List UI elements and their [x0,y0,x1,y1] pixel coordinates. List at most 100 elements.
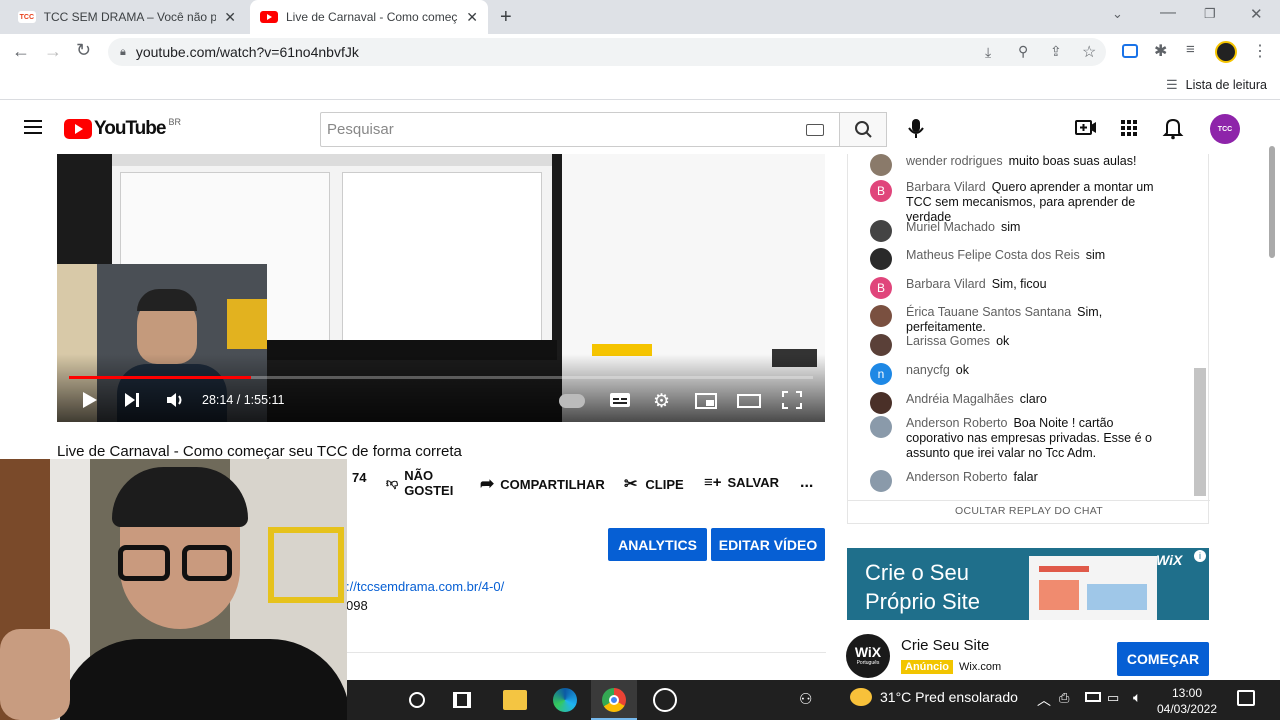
profile-avatar[interactable] [1215,41,1237,63]
tab-search-icon[interactable]: ⌄ [1112,6,1123,22]
play-button[interactable] [81,390,99,413]
edit-video-button[interactable]: EDITAR VÍDEO [711,528,825,561]
chat-author[interactable]: Larissa Gomes [906,334,990,348]
edge-icon[interactable] [553,688,577,712]
browser-tab-2[interactable]: Live de Carnaval - Como começ ✕ [250,0,488,34]
minimize-icon[interactable]: — [1160,4,1176,22]
close-window-icon[interactable]: ✕ [1250,5,1263,23]
captions-button[interactable] [609,392,631,411]
ad-title[interactable]: Crie Seu Site [901,637,989,654]
new-tab-button[interactable]: + [500,6,512,29]
people-icon[interactable]: ⚇ [799,690,812,708]
chat-avatar[interactable]: n [870,363,892,385]
chat-author[interactable]: nanycfg [906,363,950,377]
chevron-up-icon[interactable]: ︿ [1037,690,1051,710]
ad-logo[interactable]: WiX Português [846,634,890,678]
volume-button[interactable] [165,390,187,413]
settings-gear-icon[interactable]: ⚙ [653,390,670,413]
reading-list-button[interactable]: ☰ Lista de leitura [1166,77,1267,93]
progress-bar[interactable] [69,376,813,379]
dislike-button[interactable]: 👎︎ NÃO GOSTEI [386,468,458,498]
analytics-button[interactable]: ANALYTICS [608,528,707,561]
chat-author[interactable]: Anderson Roberto [906,416,1007,430]
bookmark-star-icon[interactable]: ☆ [1082,42,1096,62]
search-circle-icon[interactable] [409,692,425,708]
video-player[interactable]: 28:14 / 1:55:11 ⚙ [57,154,825,422]
chat-avatar[interactable] [870,392,892,414]
chat-avatar[interactable] [870,334,892,356]
fullscreen-button[interactable] [781,390,803,413]
file-explorer-icon[interactable] [503,690,527,710]
chat-author[interactable]: Muriel Machado [906,220,995,234]
extensions-puzzle-icon[interactable]: ✱ [1154,41,1167,61]
reload-icon[interactable]: ↻ [76,40,91,61]
page-scrollbar[interactable] [1269,146,1275,258]
chat-avatar[interactable] [870,470,892,492]
close-tab-icon[interactable]: ✕ [466,9,478,26]
browser-tab-1[interactable]: TCC TCC SEM DRAMA – Você não pre ✕ [8,0,246,34]
chat-avatar[interactable] [870,305,892,327]
share-icon[interactable]: ⇪ [1050,43,1062,60]
weather-widget[interactable]: 31°C Pred ensolarado [850,688,1018,706]
chat-author[interactable]: wender rodrigues [906,154,1003,168]
chat-avatar[interactable] [870,248,892,270]
chat-author[interactable]: Anderson Roberto [906,470,1007,484]
back-icon[interactable]: ← [12,41,30,62]
description-link[interactable]: ://tccsemdrama.com.br/4-0/ [346,579,504,594]
ad-info-icon[interactable]: i [1194,550,1206,562]
theater-mode-icon[interactable] [737,394,761,408]
chrome-taskbar-item[interactable] [591,680,637,720]
forward-icon[interactable]: → [44,41,62,62]
chat-scrollbar[interactable] [1194,368,1206,496]
chat-avatar[interactable]: B [870,180,892,202]
close-tab-icon[interactable]: ✕ [224,9,236,26]
search-button[interactable] [839,112,887,147]
url-field[interactable]: 🔒︎ youtube.com/watch?v=61no4nbvfJk [108,38,1106,66]
hamburger-menu-icon[interactable] [24,120,42,134]
menu-kebab-icon[interactable]: ⋮ [1252,41,1268,61]
meet-now-icon[interactable]: ⎙ [1059,690,1069,706]
voice-search-button[interactable] [903,112,929,144]
task-view-icon[interactable] [453,692,471,708]
autoplay-toggle[interactable] [559,394,585,408]
apps-button[interactable] [1120,119,1138,140]
chat-author[interactable]: Matheus Felipe Costa dos Reis [906,248,1080,262]
next-button[interactable] [123,391,141,412]
zoom-icon[interactable]: ⚲ [1018,43,1028,60]
scissors-icon: ✂ [624,476,638,493]
chat-avatar[interactable] [870,154,892,176]
network-icon[interactable]: ▭ [1107,690,1119,706]
clock[interactable]: 13:00 04/03/2022 [1155,685,1219,717]
more-actions-button[interactable]: ... [800,474,813,492]
keyboard-icon[interactable] [806,124,824,136]
extension-icon[interactable] [1122,44,1138,58]
restore-icon[interactable]: ❐ [1204,6,1216,22]
install-icon[interactable]: ⤓ [985,44,991,61]
chat-avatar[interactable] [870,416,892,438]
youtube-logo[interactable]: YouTube BR [64,117,181,140]
chat-text: sim [1085,248,1106,262]
search-input[interactable]: Pesquisar [320,112,840,147]
obs-icon[interactable] [653,688,677,712]
hide-chat-replay-button[interactable]: OCULTAR REPLAY DO CHAT [848,505,1210,517]
ad-banner[interactable]: Crie o Seu Próprio Site WiX i [847,548,1209,620]
media-control-icon[interactable]: ≡ [1186,41,1195,58]
save-button[interactable]: ≡+ SALVAR [704,474,779,491]
ad-badge: Anúncio [901,660,953,674]
create-video-button[interactable] [1074,117,1098,142]
chat-avatar[interactable]: B [870,277,892,299]
miniplayer-icon[interactable] [695,393,717,409]
account-avatar[interactable]: TCC [1210,114,1240,144]
clip-button[interactable]: ✂ CLIPE [624,474,684,494]
share-button[interactable]: ➦ COMPARTILHAR [480,474,605,494]
chat-author[interactable]: Érica Tauane Santos Santana [906,305,1071,319]
ad-cta-button[interactable]: COMEÇAR [1117,642,1209,676]
notification-center-icon[interactable] [1237,690,1255,706]
chat-author[interactable]: Barbara Vilard [906,277,986,291]
chat-avatar[interactable] [870,220,892,242]
chat-author[interactable]: Andréia Magalhães [906,392,1014,406]
notifications-button[interactable] [1162,116,1184,143]
battery-icon[interactable] [1085,692,1101,702]
chat-author[interactable]: Barbara Vilard [906,180,986,194]
speaker-icon[interactable]: 🔈︎ [1133,689,1141,706]
